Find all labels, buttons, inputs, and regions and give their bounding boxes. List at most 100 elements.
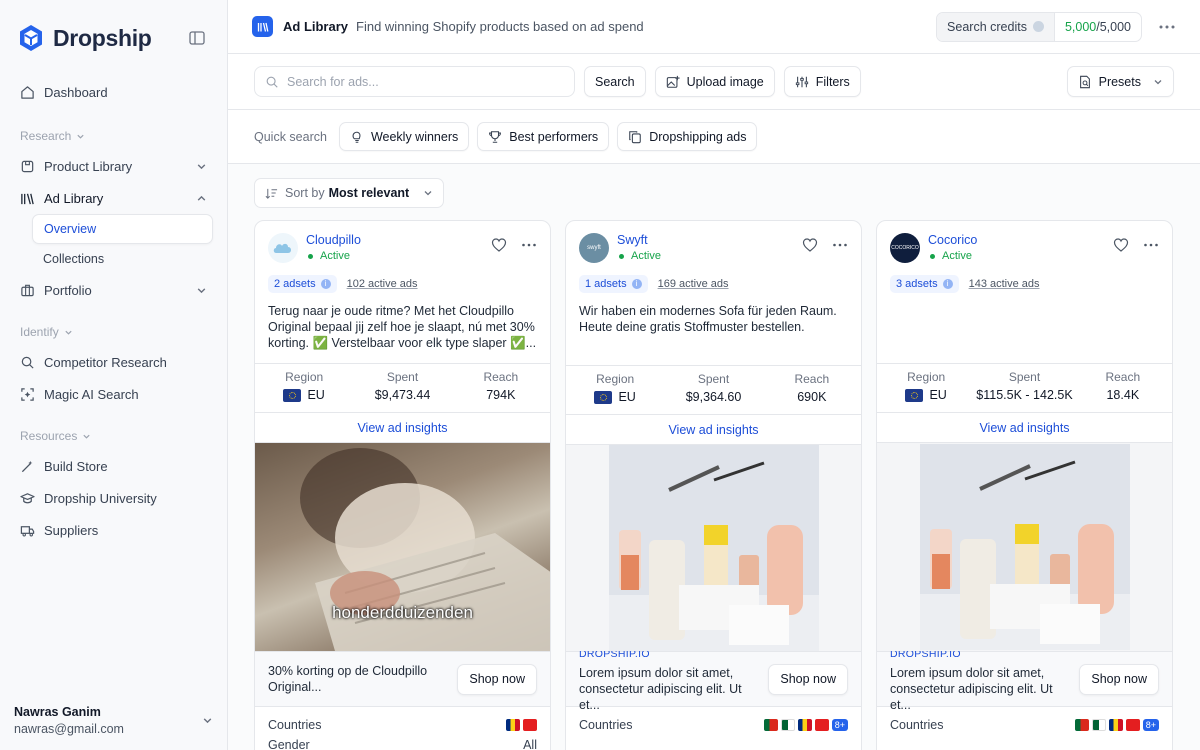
filters-button[interactable]: Filters <box>783 66 861 97</box>
main-content: Ad Library Find winning Shopify products… <box>228 0 1200 750</box>
sidebar-item-ad-library[interactable]: Ad Library <box>0 182 227 214</box>
chevron-down-icon <box>424 191 432 196</box>
sidebar-item-build-store[interactable]: Build Store <box>0 450 227 482</box>
heart-icon[interactable] <box>802 237 818 253</box>
chevron-down-icon <box>197 287 206 293</box>
adsets-badge[interactable]: 2 adsets i <box>268 275 337 293</box>
countries-label: Countries <box>579 718 633 732</box>
brand: Dropship <box>0 0 227 76</box>
sort-value: Most relevant <box>328 186 410 200</box>
flag-portugal-icon <box>1074 719 1089 731</box>
video-caption: honderdduizenden <box>332 603 473 622</box>
gender-label: Gender <box>268 738 310 750</box>
brand-name[interactable]: Cloudpillo <box>306 233 361 247</box>
active-ads-link[interactable]: 102 active ads <box>347 278 418 290</box>
search-input[interactable] <box>287 74 547 89</box>
search-button[interactable]: Search <box>584 66 646 97</box>
stat-label: Reach <box>1105 370 1141 384</box>
trophy-icon <box>489 130 502 143</box>
shop-now-button[interactable]: Shop now <box>1079 663 1159 695</box>
info-icon[interactable] <box>1032 21 1044 32</box>
section-research[interactable]: Research <box>0 122 227 150</box>
sidebar-item-dropship-university[interactable]: Dropship University <box>0 482 227 514</box>
package-icon <box>21 160 34 172</box>
presets-button-label: Presets <box>1098 74 1141 89</box>
eu-flag-icon <box>594 390 613 404</box>
shop-now-button[interactable]: Shop now <box>457 663 537 695</box>
sidebar-toggle-icon[interactable] <box>189 31 205 45</box>
shop-now-button[interactable]: Shop now <box>768 663 848 695</box>
flag-romania-icon <box>506 719 520 731</box>
search-toolbar: Search Upload image Filters Presets <box>228 54 1200 110</box>
region-value: EU <box>929 388 947 402</box>
dropshipping-ads-button[interactable]: Dropshipping ads <box>617 122 758 151</box>
search-icon <box>266 76 278 88</box>
sidebar-item-portfolio[interactable]: Portfolio <box>0 274 227 306</box>
sidebar-item-dashboard[interactable]: Dashboard <box>0 76 227 108</box>
user-menu[interactable]: Nawras Ganim nawras@gmail.com <box>14 705 213 736</box>
sort-dropdown[interactable]: Sort by Most relevant <box>254 178 445 208</box>
more-options-icon[interactable] <box>521 237 537 253</box>
sidebar-item-collections[interactable]: Collections <box>32 244 227 274</box>
home-icon <box>21 85 34 99</box>
sidebar-item-competitor-research[interactable]: Competitor Research <box>0 346 227 378</box>
view-ad-insights-link[interactable]: View ad insights <box>255 413 550 443</box>
active-ads-link[interactable]: 143 active ads <box>969 278 1040 290</box>
heart-icon[interactable] <box>491 237 507 253</box>
chevron-down-icon <box>83 434 90 439</box>
sidebar-item-suppliers[interactable]: Suppliers <box>0 514 227 546</box>
best-performers-button[interactable]: Best performers <box>477 122 610 151</box>
weekly-winners-button[interactable]: Weekly winners <box>338 122 470 151</box>
weekly-winners-label: Weekly winners <box>370 129 459 144</box>
sidebar-item-overview[interactable]: Overview <box>32 214 213 244</box>
reach-value: 18.4K <box>1106 388 1140 402</box>
ad-product-image[interactable] <box>877 443 1172 651</box>
view-ad-insights-link[interactable]: View ad insights <box>877 413 1172 443</box>
adsets-badge[interactable]: 1 adsets i <box>579 275 648 293</box>
sidebar-item-product-library[interactable]: Product Library <box>0 150 227 182</box>
sort-prefix: Sort by <box>285 186 325 200</box>
stat-label: Spent <box>386 370 419 384</box>
section-identify[interactable]: Identify <box>0 318 227 346</box>
chevron-down-icon <box>1154 79 1162 84</box>
more-countries-badge[interactable]: 8+ <box>831 719 848 731</box>
ad-cta: DROPSHIP.IO Lorem ipsum dolor sit amet, … <box>566 648 861 712</box>
best-performers-label: Best performers <box>509 129 599 144</box>
active-ads-link[interactable]: 169 active ads <box>658 278 729 290</box>
gender-value: All <box>523 738 537 750</box>
credits-label: Search credits <box>947 19 1027 34</box>
stat-label: Region <box>596 372 635 386</box>
flag-portugal-icon <box>763 719 778 731</box>
ad-cards-grid: Cloudpillo Active 2 adsets i 102 active a… <box>254 220 1174 750</box>
brand-avatar <box>268 233 298 263</box>
presets-button[interactable]: Presets <box>1066 66 1174 97</box>
ad-video-thumbnail[interactable]: honderdduizenden <box>255 443 550 651</box>
page-subtitle: Find winning Shopify products based on a… <box>356 19 644 34</box>
view-ad-insights-link[interactable]: View ad insights <box>566 415 861 445</box>
quick-search-label: Quick search <box>254 129 327 144</box>
document-search-icon <box>1079 75 1090 88</box>
sidebar-item-magic-ai-search[interactable]: Magic AI Search <box>0 378 227 410</box>
status-badge: Active <box>306 250 361 262</box>
ad-cta: DROPSHIP.IO Lorem ipsum dolor sit amet, … <box>877 648 1172 712</box>
upload-image-button[interactable]: Upload image <box>654 66 775 97</box>
brand-name[interactable]: Swyft <box>617 233 661 247</box>
more-options-icon[interactable] <box>1143 237 1159 253</box>
wand-icon <box>21 460 33 472</box>
spent-value: $9,364.60 <box>685 390 742 404</box>
heart-icon[interactable] <box>1113 237 1129 253</box>
brand-name[interactable]: Cocorico <box>928 233 977 247</box>
library-icon <box>257 22 268 32</box>
more-options-icon[interactable] <box>832 237 848 253</box>
section-resources[interactable]: Resources <box>0 422 227 450</box>
search-field[interactable] <box>254 66 575 97</box>
skincare-products-image <box>919 444 1130 650</box>
adsets-badge[interactable]: 3 adsets i <box>890 275 959 293</box>
search-credits: Search credits 5,000/5,000 <box>936 11 1142 42</box>
stat-label: Reach <box>794 372 830 386</box>
more-options-icon[interactable] <box>1154 14 1180 40</box>
ad-product-image[interactable] <box>566 445 861 651</box>
ad-stats: Region EU Spent $9,364.60 Reach 690K <box>566 365 861 415</box>
more-countries-badge[interactable]: 8+ <box>1142 719 1159 731</box>
sidebar-item-label: Competitor Research <box>44 354 167 370</box>
